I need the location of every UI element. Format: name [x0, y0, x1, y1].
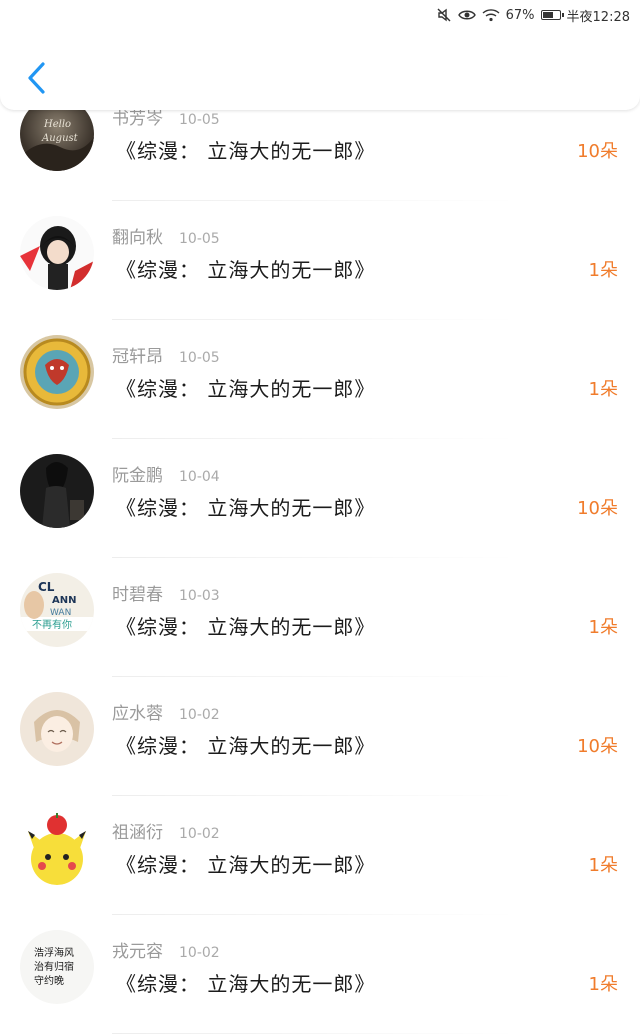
status-bar: 67% 半夜12:28 — [0, 0, 640, 30]
user-name: 戎元容 — [112, 942, 163, 962]
date: 10-05 — [179, 350, 220, 366]
book-title: 《综漫： 立海大的无一郎》 — [116, 496, 376, 520]
svg-text:浩浮海风: 浩浮海风 — [34, 946, 74, 959]
flower-list: Hello August 书芳岑 10-05 《综漫： 立海大的无一郎》 10朵 翻向秋 10… — [0, 82, 640, 1034]
list-item[interactable]: 祖涵衍 10-02 《综漫： 立海大的无一郎》 1朵 — [0, 796, 640, 915]
flower-count: 1朵 — [588, 617, 618, 638]
name-line: 冠轩昂 10-05 — [112, 342, 220, 367]
mute-icon — [436, 7, 452, 23]
flower-count: 10朵 — [577, 498, 618, 519]
date: 10-02 — [179, 826, 220, 842]
book-title: 《综漫： 立海大的无一郎》 — [116, 139, 376, 163]
date: 10-04 — [179, 469, 220, 485]
svg-text:August: August — [41, 133, 79, 144]
avatar[interactable] — [20, 454, 94, 528]
flower-count: 1朵 — [588, 974, 618, 995]
svg-text:WAN: WAN — [50, 608, 71, 618]
avatar[interactable] — [20, 692, 94, 766]
eye-icon — [457, 8, 476, 22]
date: 10-02 — [179, 707, 220, 723]
flower-count: 10朵 — [577, 141, 618, 162]
battery-fill — [542, 12, 553, 18]
user-name: 书芳岑 — [112, 109, 163, 129]
user-name: 翻向秋 — [112, 228, 163, 248]
avatar[interactable]: 浩浮海风 治有归宿 守约晚 — [20, 930, 94, 1004]
wifi-icon — [482, 8, 500, 22]
date: 10-02 — [179, 945, 220, 961]
book-title: 《综漫： 立海大的无一郎》 — [116, 734, 376, 758]
flower-count: 1朵 — [588, 855, 618, 876]
svg-text:ANN: ANN — [52, 595, 76, 606]
date: 10-05 — [179, 231, 220, 247]
book-title: 《综漫： 立海大的无一郎》 — [116, 972, 376, 996]
svg-text:CL: CL — [38, 580, 55, 594]
book-title: 《综漫： 立海大的无一郎》 — [116, 377, 376, 401]
date: 10-03 — [179, 588, 220, 604]
date: 10-05 — [179, 112, 220, 128]
svg-text:Hello: Hello — [43, 119, 71, 130]
user-name: 祖涵衍 — [112, 823, 163, 843]
name-line: 时碧春 10-03 — [112, 580, 220, 605]
svg-text:治有归宿: 治有归宿 — [34, 960, 74, 973]
user-name: 阮金鹏 — [112, 466, 163, 486]
list-item[interactable]: 冠轩昂 10-05 《综漫： 立海大的无一郎》 1朵 — [0, 320, 640, 439]
battery-percent: 67% — [505, 7, 535, 23]
battery-icon — [540, 10, 564, 20]
user-name: 时碧春 — [112, 585, 163, 605]
name-line: 翻向秋 10-05 — [112, 223, 220, 248]
list-item[interactable]: 浩浮海风 治有归宿 守约晚 戎元容 10-02 《综漫： 立海大的无一郎》 1朵 — [0, 915, 640, 1034]
list-item[interactable]: CL ANN WAN 不再有你 时碧春 10-03 《综漫： 立海大的无一郎》 1朵 — [0, 558, 640, 677]
book-title: 《综漫： 立海大的无一郎》 — [116, 258, 376, 282]
book-title: 《综漫： 立海大的无一郎》 — [116, 853, 376, 877]
flower-count: 1朵 — [588, 379, 618, 400]
svg-text:守约晚: 守约晚 — [34, 974, 64, 987]
clock: 半夜12:28 — [566, 9, 630, 25]
list-item[interactable]: 应水蓉 10-02 《综漫： 立海大的无一郎》 10朵 — [0, 677, 640, 796]
user-name: 冠轩昂 — [112, 347, 163, 367]
list-item[interactable]: 翻向秋 10-05 《综漫： 立海大的无一郎》 1朵 — [0, 201, 640, 320]
name-line: 应水蓉 10-02 — [112, 699, 220, 724]
list-item[interactable]: 阮金鹏 10-04 《综漫： 立海大的无一郎》 10朵 — [0, 439, 640, 558]
flower-count: 10朵 — [577, 736, 618, 757]
avatar[interactable] — [20, 335, 94, 409]
user-name: 应水蓉 — [112, 704, 163, 724]
name-line: 阮金鹏 10-04 — [112, 461, 220, 486]
svg-text:不再有你: 不再有你 — [32, 618, 72, 631]
back-button[interactable] — [20, 58, 52, 98]
avatar[interactable] — [20, 811, 94, 885]
flower-count: 1朵 — [588, 260, 618, 281]
avatar[interactable] — [20, 216, 94, 290]
book-title: 《综漫： 立海大的无一郎》 — [116, 615, 376, 639]
chevron-left-icon — [28, 62, 45, 94]
avatar[interactable]: CL ANN WAN 不再有你 — [20, 573, 94, 647]
name-line: 祖涵衍 10-02 — [112, 818, 220, 843]
name-line: 戎元容 10-02 — [112, 937, 220, 962]
